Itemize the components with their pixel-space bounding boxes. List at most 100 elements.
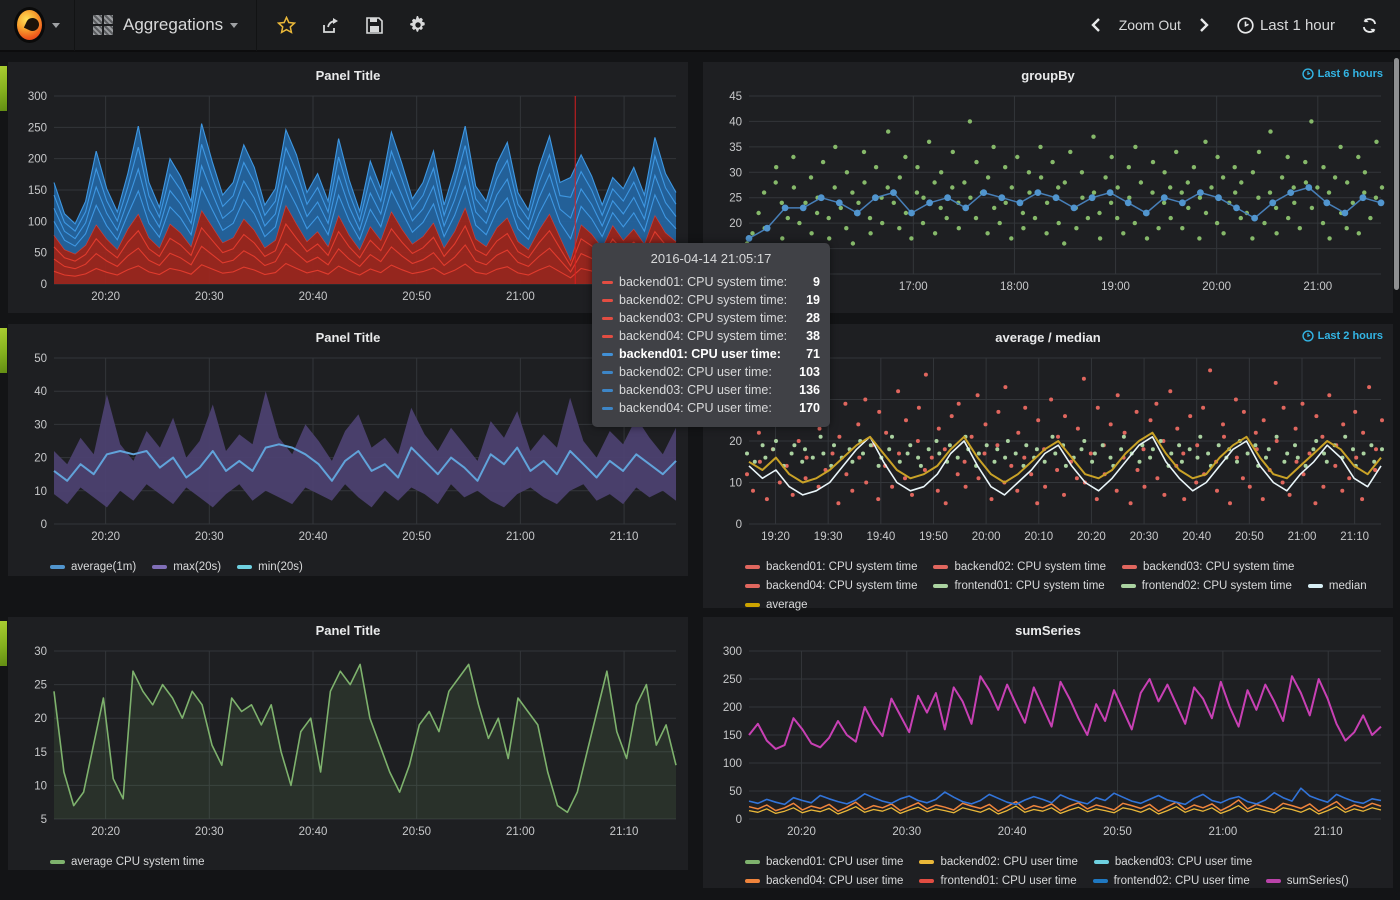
legend-item[interactable]: average	[745, 596, 808, 614]
dashboard-picker[interactable]: Aggregations	[75, 0, 257, 51]
svg-text:25: 25	[729, 193, 742, 205]
svg-text:21:00: 21:00	[506, 826, 535, 838]
legend-item[interactable]: backend01: CPU system time	[745, 558, 917, 576]
svg-text:20:40: 20:40	[299, 826, 328, 838]
legend-item[interactable]: frontend01: CPU user time	[919, 872, 1076, 890]
legend-item[interactable]: backend02: CPU user time	[919, 853, 1077, 871]
panel-avg-max-min: Panel Title 0102030405020:2020:3020:4020…	[8, 324, 688, 576]
chart-canvas[interactable]: 05010015020025030020:2020:3020:4020:5021…	[8, 88, 688, 310]
svg-text:21:10: 21:10	[610, 826, 639, 838]
svg-text:20:30: 20:30	[1130, 531, 1159, 543]
row-handle[interactable]	[0, 621, 7, 666]
clock-icon	[1237, 17, 1254, 34]
panel-title[interactable]: Panel Title	[316, 330, 381, 345]
legend-item[interactable]: sumSeries()	[1266, 872, 1349, 890]
svg-text:10: 10	[729, 478, 742, 490]
panel-title[interactable]: sumSeries	[1015, 623, 1081, 638]
svg-text:20:30: 20:30	[892, 826, 921, 838]
zoom-out-button[interactable]: Zoom Out	[1119, 17, 1181, 33]
svg-text:0: 0	[41, 279, 47, 291]
legend-item[interactable]: average(1m)	[50, 558, 136, 576]
svg-text:19:40: 19:40	[866, 531, 895, 543]
legend-item[interactable]: backend03: CPU user time	[1094, 853, 1252, 871]
save-button[interactable]	[366, 17, 383, 34]
legend: average CPU system time	[50, 852, 688, 871]
clock-icon	[1302, 68, 1314, 80]
chart-canvas[interactable]: 5101520253020:2020:3020:4020:5021:0021:1…	[8, 643, 688, 845]
legend-item[interactable]: frontend02: CPU system time	[1121, 577, 1292, 595]
legend-item[interactable]: backend02: CPU system time	[933, 558, 1105, 576]
legend-item[interactable]: min(20s)	[237, 558, 303, 576]
svg-text:0: 0	[736, 519, 742, 531]
clock-icon	[1302, 330, 1314, 342]
legend-item[interactable]: frontend01: CPU system time	[933, 577, 1104, 595]
panel-title[interactable]: Panel Title	[316, 68, 381, 83]
legend-item[interactable]: max(20s)	[152, 558, 221, 576]
grafana-menu-button[interactable]	[0, 0, 75, 51]
row-handle[interactable]	[0, 66, 7, 111]
svg-text:15: 15	[34, 747, 47, 759]
svg-text:20:30: 20:30	[195, 291, 224, 303]
svg-text:30: 30	[34, 646, 47, 658]
zoom-out-label: Zoom Out	[1119, 17, 1181, 33]
legend-item[interactable]: median	[1308, 577, 1367, 595]
chevron-left-icon	[1091, 18, 1101, 32]
legend-item[interactable]: backend04: CPU user time	[745, 872, 903, 890]
svg-text:20:10: 20:10	[1024, 531, 1053, 543]
svg-text:300: 300	[28, 91, 47, 103]
svg-text:20:50: 20:50	[402, 826, 431, 838]
svg-text:19:30: 19:30	[814, 531, 843, 543]
svg-text:19:00: 19:00	[1101, 281, 1130, 293]
tooltip-row: backend04: CPU user time:170	[602, 399, 820, 417]
svg-text:21:10: 21:10	[1340, 531, 1369, 543]
svg-text:20: 20	[729, 436, 742, 448]
chart-canvas[interactable]: 0102030405020:2020:3020:4020:5021:0021:1…	[8, 350, 688, 550]
scrollbar-thumb[interactable]	[1394, 58, 1399, 290]
svg-text:20: 20	[34, 713, 47, 725]
svg-text:21:00: 21:00	[1303, 281, 1332, 293]
svg-text:20:20: 20:20	[1077, 531, 1106, 543]
time-shift-back-button[interactable]	[1091, 18, 1101, 32]
svg-text:20:40: 20:40	[998, 826, 1027, 838]
legend-item[interactable]: backend04: CPU system time	[745, 577, 917, 595]
panel-title[interactable]: average / median	[995, 330, 1101, 345]
svg-text:20:40: 20:40	[299, 531, 328, 543]
panel-average-cpu: Panel Title 5101520253020:2020:3020:4020…	[8, 617, 688, 870]
panel-title[interactable]: groupBy	[1021, 68, 1074, 83]
star-button[interactable]	[277, 16, 296, 34]
svg-text:50: 50	[729, 786, 742, 798]
chevron-down-icon	[52, 23, 60, 28]
dashboard-title: Aggregations	[123, 15, 223, 35]
settings-button[interactable]	[409, 16, 427, 34]
svg-text:250: 250	[28, 122, 47, 134]
time-range-picker[interactable]: Last 1 hour	[1237, 17, 1335, 34]
svg-text:20:40: 20:40	[299, 291, 328, 303]
chevron-down-icon	[230, 23, 238, 28]
svg-text:20:40: 20:40	[1182, 531, 1211, 543]
refresh-button[interactable]	[1361, 17, 1378, 34]
row-handle[interactable]	[0, 328, 7, 373]
panel-title[interactable]: Panel Title	[316, 623, 381, 638]
svg-text:20: 20	[34, 453, 47, 465]
chart-canvas[interactable]: 05010015020025030020:2020:3020:4020:5021…	[703, 643, 1393, 845]
svg-text:20:20: 20:20	[91, 291, 120, 303]
svg-text:50: 50	[34, 353, 47, 365]
tooltip-row: backend02: CPU user time:103	[602, 363, 820, 381]
svg-text:200: 200	[723, 702, 742, 714]
svg-text:20:50: 20:50	[402, 291, 431, 303]
legend-item[interactable]: backend01: CPU user time	[745, 853, 903, 871]
share-button[interactable]	[322, 17, 340, 34]
legend-item[interactable]: frontend02: CPU user time	[1093, 872, 1250, 890]
legend-item[interactable]: average CPU system time	[50, 853, 205, 871]
panel-sumseries: sumSeries 05010015020025030020:2020:3020…	[703, 617, 1393, 888]
svg-text:20:20: 20:20	[91, 531, 120, 543]
legend-item[interactable]: backend03: CPU system time	[1122, 558, 1294, 576]
gear-icon	[409, 16, 427, 34]
svg-text:100: 100	[723, 758, 742, 770]
legend: backend01: CPU user time backend02: CPU u…	[745, 852, 1393, 890]
svg-text:200: 200	[28, 154, 47, 166]
legend: backend01: CPU system time backend02: CPU…	[745, 557, 1393, 614]
time-shift-forward-button[interactable]	[1199, 18, 1209, 32]
svg-text:20:50: 20:50	[1103, 826, 1132, 838]
svg-text:250: 250	[723, 674, 742, 686]
